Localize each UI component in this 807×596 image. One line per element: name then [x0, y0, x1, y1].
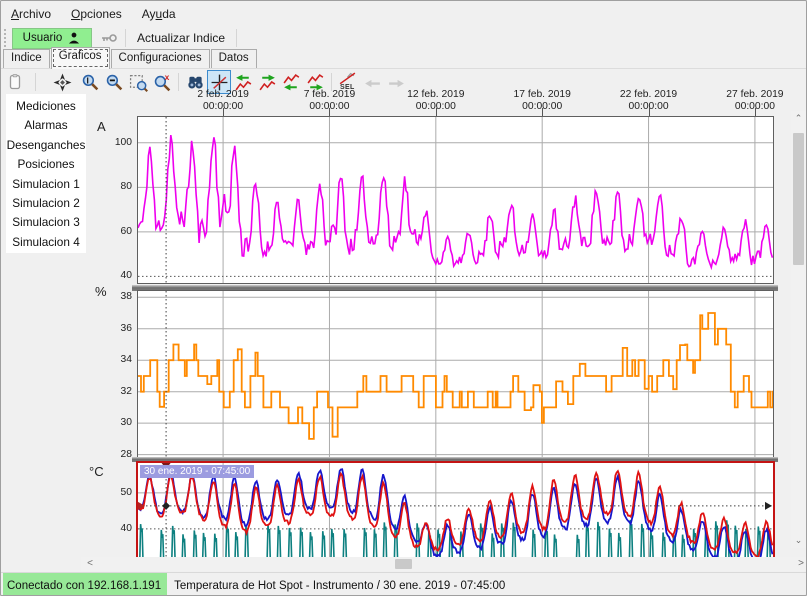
series-percent: [138, 313, 773, 439]
y-tick-label: 40: [98, 523, 132, 534]
chart-percent[interactable]: [137, 290, 774, 458]
app-window: Archivo Opciones Ayuda Usuario Actualiza…: [0, 0, 807, 596]
sidebar-item-mediciones[interactable]: Mediciones: [6, 97, 86, 116]
status-info-text: Temperatura de Hot Spot - Instrumento / …: [167, 580, 505, 592]
menu-ayuda[interactable]: Ayuda: [132, 3, 186, 25]
y-tick-label: 80: [98, 181, 132, 192]
sidebar-item-simulacion-1[interactable]: Simulacion 1: [6, 175, 86, 194]
usuario-button-label: Usuario: [23, 32, 63, 44]
series-amperes: [138, 135, 772, 267]
usuario-button[interactable]: Usuario: [12, 28, 92, 49]
svg-text:I: I: [86, 75, 88, 85]
zoom-reset-button[interactable]: x: [150, 70, 174, 94]
sidebar-item-desenganches[interactable]: Desenganches: [6, 136, 86, 155]
series-list: Mediciones Alarmas Desenganches Posicion…: [6, 94, 86, 253]
cursor-tooltip: 30 ene. 2019 - 07:45:00: [140, 465, 254, 478]
chart-toolbar-separator: [35, 73, 36, 91]
horizontal-scrollbar[interactable]: < >: [81, 557, 807, 571]
pan-compass-button[interactable]: [50, 70, 74, 94]
sidebar-item-simulacion-2[interactable]: Simulacion 2: [6, 194, 86, 213]
scroll-right-icon[interactable]: >: [794, 557, 807, 571]
menu-opciones[interactable]: Opciones: [61, 3, 132, 25]
vertical-scrollbar[interactable]: ⌃ ⌄: [791, 111, 806, 548]
sidebar-item-simulacion-4[interactable]: Simulacion 4: [6, 233, 86, 252]
clipboard-icon: [6, 73, 24, 91]
tab-datos[interactable]: Datos: [211, 49, 257, 69]
y-tick-label: 36: [98, 323, 132, 334]
sidebar-item-simulacion-3[interactable]: Simulacion 3: [6, 213, 86, 232]
tab-configuraciones[interactable]: Configuraciones: [111, 49, 210, 69]
tab-bar: Indice Graficos Configuraciones Datos: [3, 50, 258, 69]
y-tick-label: 34: [98, 354, 132, 365]
y-tick-label: 60: [98, 226, 132, 237]
y-tick-label: 50: [98, 487, 132, 498]
scroll-up-icon[interactable]: ⌃: [791, 111, 806, 126]
toolbar-grip[interactable]: [4, 29, 8, 47]
series-temperature: [138, 469, 772, 559]
sidebar-item-posiciones[interactable]: Posiciones: [6, 155, 86, 174]
y-tick-label: 40: [98, 270, 132, 281]
y-tick-label: 100: [98, 137, 132, 148]
menu-archivo[interactable]: Archivo: [1, 3, 61, 25]
status-bar: Conectado con 192.168.1.191 Temperatura …: [1, 572, 806, 596]
main-toolbar: Usuario Actualizar Indice: [1, 26, 806, 50]
menu-bar: Archivo Opciones Ayuda: [1, 1, 806, 26]
scroll-down-icon[interactable]: ⌄: [791, 533, 806, 548]
actualizar-indice-button[interactable]: Actualizar Indice: [130, 29, 232, 48]
toolbar-separator: [125, 29, 126, 47]
user-icon: [67, 31, 81, 45]
y-tick-label: 32: [98, 386, 132, 397]
pan-compass-icon: [53, 73, 72, 92]
y-tick-label: 30: [98, 417, 132, 428]
y-tick-label: 38: [98, 291, 132, 302]
sidebar-item-alarmas[interactable]: Alarmas: [6, 116, 86, 135]
vertical-scroll-thumb[interactable]: [793, 133, 804, 265]
zoom-in-button[interactable]: I: [78, 70, 102, 94]
zoom-reset-icon: x: [153, 73, 172, 92]
scroll-left-icon[interactable]: <: [83, 557, 97, 571]
zoom-in-icon: I: [81, 73, 100, 92]
chart-toolbar-separator: [178, 73, 179, 91]
tab-indice[interactable]: Indice: [3, 49, 50, 69]
clipboard-icon-button[interactable]: [3, 70, 27, 94]
zoom-window-button[interactable]: [126, 70, 150, 94]
zoom-out-button[interactable]: [102, 70, 126, 94]
svg-text:x: x: [164, 73, 169, 82]
zoom-window-icon: [129, 73, 148, 92]
y-unit-amperes: A: [97, 119, 106, 134]
y-unit-celsius: °C: [89, 464, 104, 479]
connection-status-badge: Conectado con 192.168.1.191: [3, 573, 167, 596]
key-icon: [100, 29, 118, 47]
horizontal-scroll-thumb[interactable]: [395, 559, 412, 569]
toolbar-separator-2: [236, 29, 237, 47]
tab-strip-divider: [1, 68, 806, 69]
y-tick-label: 28: [98, 449, 132, 460]
chart-amperes[interactable]: [137, 116, 774, 284]
tab-graficos[interactable]: Graficos: [51, 47, 110, 69]
zoom-out-icon: [105, 73, 124, 92]
cursor-right-marker: [765, 502, 772, 510]
